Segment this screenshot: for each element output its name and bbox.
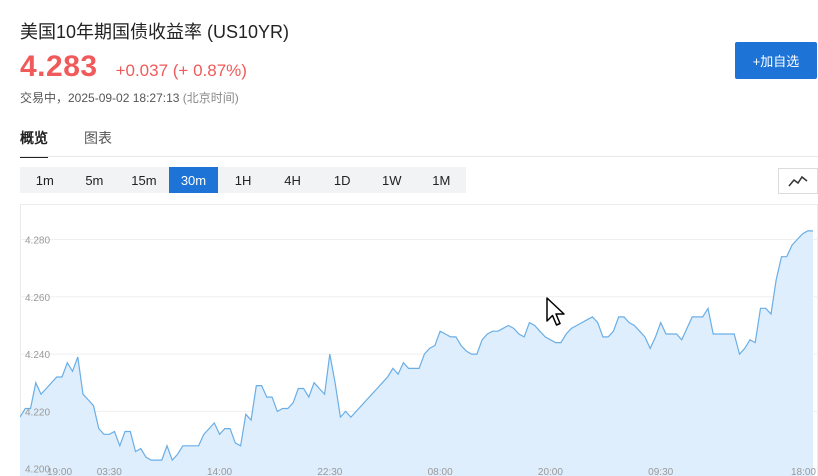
interval-15m[interactable]: 15m bbox=[120, 167, 169, 193]
tab-chart[interactable]: 图表 bbox=[84, 128, 112, 158]
x-tick-label: 09:30 bbox=[648, 467, 673, 476]
trading-status: 交易中，2025-09-02 18:27:13 (北京时间) bbox=[20, 89, 239, 106]
interval-4h[interactable]: 4H bbox=[268, 167, 317, 193]
interval-1h[interactable]: 1H bbox=[219, 167, 268, 193]
interval-1d[interactable]: 1D bbox=[318, 167, 367, 193]
chart-type-button[interactable] bbox=[778, 168, 818, 194]
mouse-pointer-icon bbox=[546, 297, 565, 326]
x-tick-label: 22:30 bbox=[317, 467, 342, 476]
page-title: 美国10年期国债收益率 (US10YR) bbox=[20, 22, 290, 42]
status-text: 交易中，2025-09-02 18:27:13 bbox=[20, 91, 180, 105]
interval-5m[interactable]: 5m bbox=[70, 167, 119, 193]
add-watchlist-button[interactable]: +加自选 bbox=[735, 42, 817, 79]
price-chart[interactable]: 4.200 4.220 4.240 4.260 4.280 19:00 03:30 14:00… bbox=[20, 204, 818, 476]
interval-1m[interactable]: 1m bbox=[21, 167, 70, 193]
y-tick-label: 4.280 bbox=[25, 236, 50, 247]
chart-canvas: 4.2004.2204.2404.2604.28019:00 03:30 14:00… bbox=[20, 204, 818, 476]
timezone-label: (北京时间) bbox=[182, 91, 239, 105]
tab-divider bbox=[20, 156, 818, 157]
y-tick-label: 4.260 bbox=[25, 293, 50, 304]
line-chart-icon bbox=[788, 175, 808, 187]
x-tick-label: 18:00 bbox=[791, 467, 816, 476]
price-change: +0.037 (+ 0.87%) bbox=[115, 61, 247, 80]
interval-30m[interactable]: 30m bbox=[169, 167, 218, 193]
x-tick-label: 08:00 bbox=[428, 467, 453, 476]
y-tick-label: 4.240 bbox=[25, 350, 50, 361]
interval-1w[interactable]: 1W bbox=[367, 167, 416, 193]
price-row: 4.283 +0.037 (+ 0.87%) bbox=[20, 50, 247, 84]
tab-bar: 概览 图表 bbox=[20, 128, 148, 158]
x-tick-label: 14:00 bbox=[207, 467, 232, 476]
current-price: 4.283 bbox=[20, 50, 98, 83]
interval-1mo[interactable]: 1M bbox=[417, 167, 466, 193]
x-tick-label: 03:30 bbox=[97, 467, 122, 476]
interval-selector: 1m 5m 15m 30m 1H 4H 1D 1W 1M bbox=[20, 167, 466, 193]
x-tick-label: 19:00 bbox=[47, 467, 72, 476]
x-tick-label: 20:00 bbox=[538, 467, 563, 476]
y-tick-label: 4.220 bbox=[25, 407, 50, 418]
tab-overview[interactable]: 概览 bbox=[20, 128, 48, 158]
